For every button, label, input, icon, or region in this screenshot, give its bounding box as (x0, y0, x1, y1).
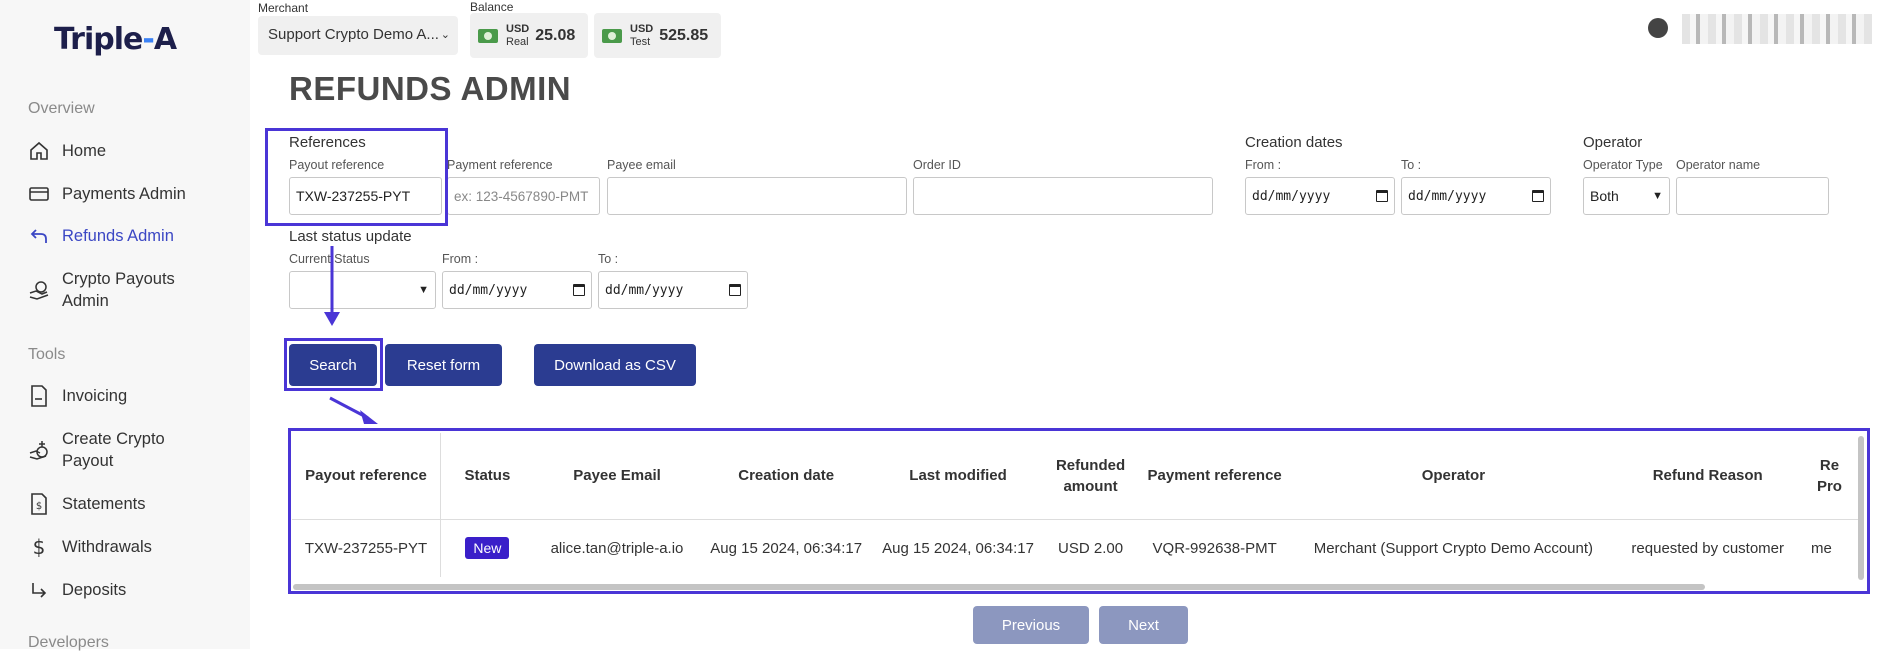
calendar-icon[interactable] (573, 284, 585, 296)
operator-type-label: Operator Type (1583, 158, 1663, 172)
sidebar-item-invoicing[interactable]: Invoicing (28, 385, 238, 407)
reset-form-button[interactable]: Reset form (385, 344, 502, 386)
arrow-down-right-icon (28, 579, 50, 601)
order-id-label: Order ID (913, 158, 961, 172)
merchant-label: Merchant (258, 1, 309, 15)
sidebar-item-create-crypto-payout[interactable]: Create Crypto Payout (28, 428, 238, 472)
sidebar-item-deposits[interactable]: Deposits (28, 579, 238, 601)
highlight-box-search (284, 338, 383, 391)
current-status-label: Current Status (289, 252, 370, 266)
svg-text:$: $ (33, 536, 46, 558)
undo-arrow-icon (28, 225, 50, 247)
sidebar: Triple-A Overview Home Payments Admin Re… (0, 0, 250, 651)
sidebar-item-withdrawals[interactable]: $ Withdrawals (28, 536, 238, 558)
current-status-select[interactable]: ▼ (289, 271, 436, 309)
status-to-label: To : (598, 252, 619, 266)
order-id-input[interactable] (913, 177, 1213, 215)
payee-email-label: Payee email (607, 158, 676, 172)
sidebar-item-home[interactable]: Home (28, 140, 238, 162)
merchant-select[interactable]: Support Crypto Demo A... ⌄ (258, 16, 458, 55)
highlight-box-table (288, 428, 1870, 594)
svg-text:$: $ (36, 501, 42, 512)
money-bill-icon (602, 28, 622, 43)
user-name-redacted[interactable] (1682, 14, 1872, 44)
home-icon (28, 140, 50, 162)
sidebar-item-statements[interactable]: $ Statements (28, 493, 238, 515)
creation-from-date-input[interactable]: dd/mm/yyyy (1245, 177, 1395, 215)
coins-plus-icon (28, 439, 50, 461)
operator-label: Operator (1583, 134, 1643, 151)
section-overview-title: Overview (28, 100, 95, 117)
next-page-button[interactable]: Next (1099, 606, 1188, 644)
status-to-date-input[interactable]: dd/mm/yyyy (598, 271, 748, 309)
calendar-icon[interactable] (1376, 190, 1388, 202)
sidebar-item-crypto-payouts-admin[interactable]: Crypto Payouts Admin (28, 268, 238, 312)
creation-to-label: To : (1401, 158, 1422, 172)
balance-label: Balance (470, 0, 514, 14)
chevron-down-icon: ▼ (1652, 190, 1663, 202)
dollar-icon: $ (28, 536, 50, 558)
last-status-label: Last status update (289, 228, 412, 245)
balance-card-test: USD Test 525.85 (594, 13, 721, 58)
highlight-box-payout-reference (265, 128, 448, 226)
payee-email-input[interactable] (607, 177, 907, 215)
calendar-icon[interactable] (729, 284, 741, 296)
logo[interactable]: Triple-A (54, 22, 177, 57)
payment-reference-input[interactable]: ex: 123-4567890-PMT (447, 177, 600, 215)
section-developers-title: Developers (28, 634, 109, 651)
creation-to-date-input[interactable]: dd/mm/yyyy (1401, 177, 1551, 215)
sidebar-item-refunds-admin[interactable]: Refunds Admin (28, 225, 238, 247)
download-csv-button[interactable]: Download as CSV (534, 344, 696, 386)
status-from-date-input[interactable]: dd/mm/yyyy (442, 271, 592, 309)
operator-type-select[interactable]: Both ▼ (1583, 177, 1670, 215)
sidebar-item-payments-admin[interactable]: Payments Admin (28, 183, 238, 205)
document-icon (28, 385, 50, 407)
statement-dollar-icon: $ (28, 493, 50, 515)
operator-name-label: Operator name (1676, 158, 1761, 172)
creation-from-label: From : (1245, 158, 1282, 172)
page-title: REFUNDS ADMIN (289, 70, 572, 107)
creation-dates-label: Creation dates (1245, 134, 1343, 151)
money-bill-icon (478, 28, 498, 43)
payment-ref-label: Payment reference (447, 158, 553, 172)
chevron-down-icon: ⌄ (440, 29, 450, 41)
credit-card-icon (28, 183, 50, 205)
chevron-down-icon: ▼ (418, 284, 429, 296)
user-avatar-icon[interactable] (1648, 18, 1668, 38)
status-from-label: From : (442, 252, 479, 266)
calendar-icon[interactable] (1532, 190, 1544, 202)
section-tools-title: Tools (28, 346, 66, 363)
operator-name-input[interactable] (1676, 177, 1829, 215)
coins-hand-icon (28, 279, 50, 301)
balance-card-real: USD Real 25.08 (470, 13, 588, 58)
previous-page-button[interactable]: Previous (973, 606, 1089, 644)
